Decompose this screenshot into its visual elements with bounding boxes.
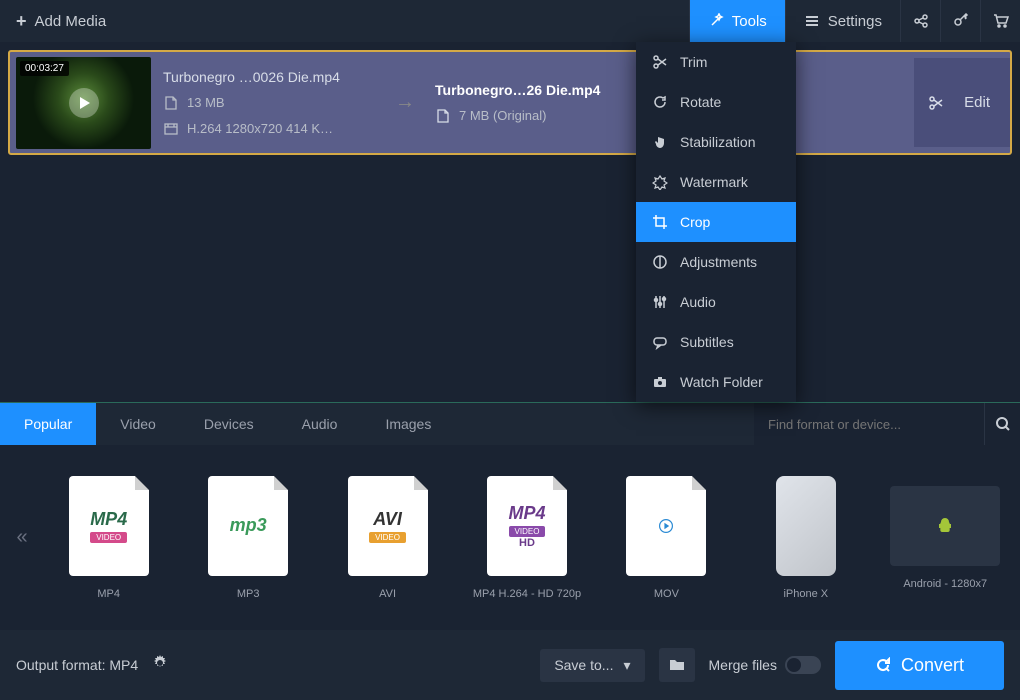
output-settings-button[interactable]	[152, 655, 168, 676]
format-label: MP4 H.264 - HD 720p	[460, 588, 593, 600]
format-mp3[interactable]: mp3 MP3	[181, 476, 314, 600]
menu-icon	[804, 13, 820, 29]
source-codec: H.264 1280x720 414 K…	[187, 121, 333, 136]
wand-icon	[708, 13, 724, 29]
watermark-icon	[652, 174, 668, 190]
plus-icon: +	[16, 11, 27, 32]
media-item[interactable]: 00:03:27 Turbonegro …0026 Die.mp4 13 MB …	[8, 50, 1012, 155]
format-label: AVI	[321, 588, 454, 600]
chevron-down-icon: ▾	[623, 657, 630, 674]
menu-item-watermark[interactable]: Watermark	[636, 162, 796, 202]
menu-item-audio[interactable]: Audio	[636, 282, 796, 322]
cart-button[interactable]	[980, 0, 1020, 42]
tab-video[interactable]: Video	[96, 403, 180, 445]
settings-label: Settings	[828, 13, 882, 30]
menu-label: Watch Folder	[680, 374, 763, 390]
merge-label: Merge files	[709, 657, 777, 673]
tab-popular[interactable]: Popular	[0, 403, 96, 445]
menu-label: Stabilization	[680, 134, 756, 150]
crop-icon	[652, 214, 668, 230]
camera-icon	[652, 374, 668, 390]
menu-item-trim[interactable]: Trim	[636, 42, 796, 82]
refresh-icon	[875, 657, 891, 673]
format-iphone-x[interactable]: iPhone X	[739, 476, 872, 600]
format-label: Android - 1280x7	[879, 578, 1012, 590]
key-icon	[953, 13, 969, 29]
menu-label: Watermark	[680, 174, 748, 190]
save-to-label: Save to...	[554, 657, 613, 673]
output-size: 7 MB (Original)	[459, 108, 546, 123]
tools-dropdown-menu: Trim Rotate Stabilization Watermark Crop…	[636, 42, 796, 402]
scissors-icon[interactable]	[928, 95, 944, 111]
play-icon[interactable]	[69, 88, 99, 118]
menu-item-stabilization[interactable]: Stabilization	[636, 122, 796, 162]
search-icon	[995, 416, 1011, 432]
menu-item-watch-folder[interactable]: Watch Folder	[636, 362, 796, 402]
toggle-switch[interactable]	[785, 656, 821, 674]
output-filename: Turbonegro…26 Die.mp4	[435, 82, 615, 98]
format-search[interactable]	[754, 403, 984, 445]
source-filename: Turbonegro …0026 Die.mp4	[163, 69, 383, 85]
share-button[interactable]	[900, 0, 940, 42]
arrow-icon: →	[395, 91, 423, 114]
merge-files-toggle[interactable]: Merge files	[709, 656, 821, 674]
format-label: iPhone X	[739, 588, 872, 600]
menu-label: Crop	[680, 214, 710, 230]
menu-label: Trim	[680, 54, 707, 70]
prev-formats-button[interactable]: «	[8, 498, 36, 578]
format-mov[interactable]: MOV	[600, 476, 733, 600]
convert-button[interactable]: Convert	[835, 641, 1004, 690]
add-media-button[interactable]: + Add Media	[0, 0, 122, 42]
menu-item-crop[interactable]: Crop	[636, 202, 796, 242]
format-label: MOV	[600, 588, 733, 600]
menu-label: Adjustments	[680, 254, 757, 270]
tab-images[interactable]: Images	[361, 403, 455, 445]
format-label: MP3	[181, 588, 314, 600]
format-label: MP4	[42, 588, 175, 600]
gear-icon	[152, 655, 168, 671]
source-size: 13 MB	[187, 95, 225, 110]
subtitles-icon	[652, 334, 668, 350]
sliders-icon	[652, 294, 668, 310]
search-button[interactable]	[984, 403, 1020, 445]
menu-item-adjustments[interactable]: Adjustments	[636, 242, 796, 282]
tab-audio[interactable]: Audio	[278, 403, 362, 445]
open-folder-button[interactable]	[659, 648, 695, 682]
cart-icon	[993, 13, 1009, 29]
menu-item-rotate[interactable]: Rotate	[636, 82, 796, 122]
key-button[interactable]	[940, 0, 980, 42]
save-to-dropdown[interactable]: Save to... ▾	[540, 649, 644, 682]
file-icon	[435, 108, 451, 124]
tools-label: Tools	[732, 13, 767, 30]
edit-button[interactable]: Edit	[964, 94, 990, 111]
codec-icon	[163, 121, 179, 137]
adjustments-icon	[652, 254, 668, 270]
convert-label: Convert	[901, 655, 964, 676]
duration-badge: 00:03:27	[20, 61, 69, 76]
share-icon	[913, 13, 929, 29]
folder-icon	[669, 657, 685, 673]
file-icon	[163, 95, 179, 111]
tab-devices[interactable]: Devices	[180, 403, 278, 445]
video-thumbnail[interactable]: 00:03:27	[16, 57, 151, 149]
format-mp4[interactable]: MP4VIDEO MP4	[42, 476, 175, 600]
tools-button[interactable]: Tools	[689, 0, 785, 42]
search-input[interactable]	[768, 417, 970, 432]
format-android[interactable]: Android - 1280x7	[879, 486, 1012, 590]
format-avi[interactable]: AVIVIDEO AVI	[321, 476, 454, 600]
hand-icon	[652, 134, 668, 150]
format-mp4-hd[interactable]: MP4VIDEOHD MP4 H.264 - HD 720p	[460, 476, 593, 600]
settings-button[interactable]: Settings	[785, 0, 900, 42]
scissors-icon	[652, 54, 668, 70]
menu-item-subtitles[interactable]: Subtitles	[636, 322, 796, 362]
menu-label: Audio	[680, 294, 716, 310]
add-media-label: Add Media	[35, 13, 107, 30]
output-format-label: Output format: MP4	[16, 657, 138, 673]
rotate-icon	[652, 94, 668, 110]
menu-label: Subtitles	[680, 334, 734, 350]
menu-label: Rotate	[680, 94, 721, 110]
